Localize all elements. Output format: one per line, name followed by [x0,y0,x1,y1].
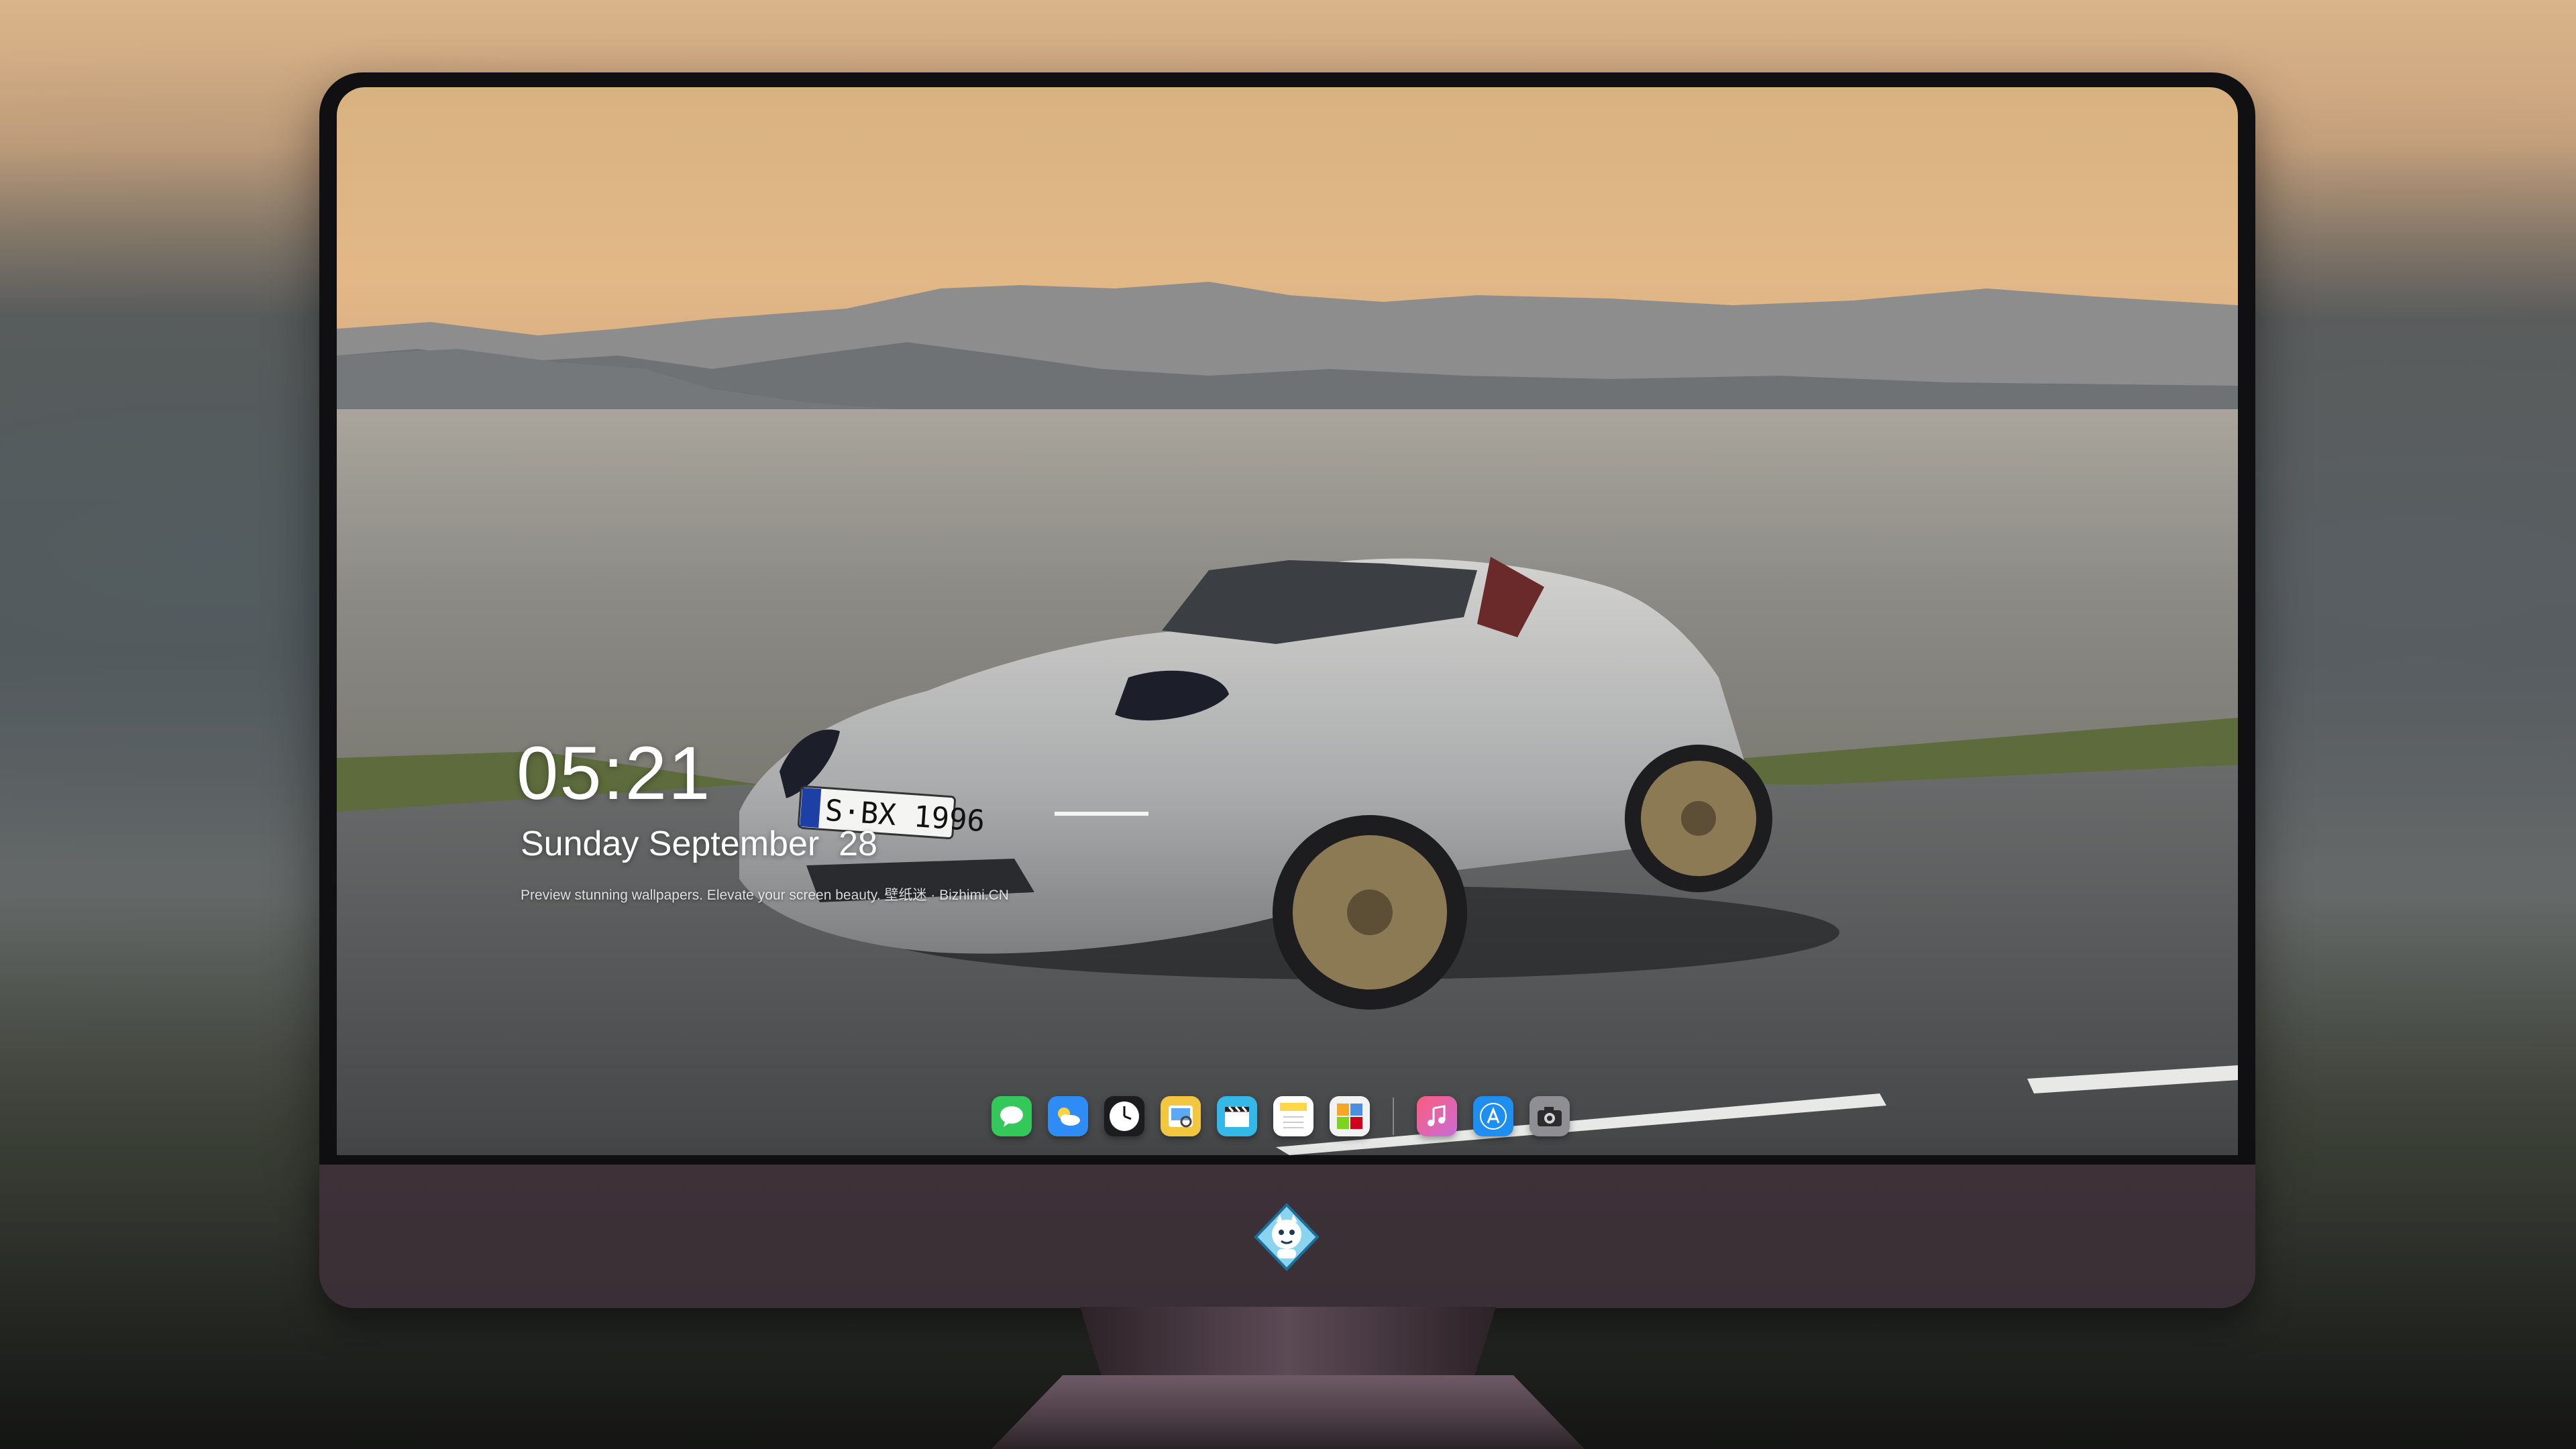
wallpaper: S·BX 1996 [337,282,2238,1155]
monitor-stand-base [991,1375,1585,1449]
lock-clock: 05:21 [517,731,712,815]
dock [991,1091,1570,1142]
lock-date: Sunday September 28 [521,824,877,863]
notes-icon[interactable] [1273,1096,1313,1136]
photos-gallery-icon[interactable] [1330,1096,1370,1136]
messages-icon[interactable] [991,1096,1032,1136]
app-store-icon[interactable] [1473,1096,1513,1136]
clock-icon[interactable] [1104,1096,1144,1136]
weather-icon[interactable] [1048,1096,1088,1136]
screen: S·BX 1996 05:21 Sunday September 28 Prev… [337,87,2238,1155]
dock-separator [1393,1097,1394,1135]
camera-icon[interactable] [1529,1096,1570,1136]
preview-icon[interactable] [1161,1096,1201,1136]
wallpaper-caption: Preview stunning wallpapers. Elevate you… [521,888,1009,903]
mascot-logo-icon [1254,1203,1320,1271]
music-icon[interactable] [1417,1096,1457,1136]
clapperboard-icon[interactable] [1217,1096,1257,1136]
